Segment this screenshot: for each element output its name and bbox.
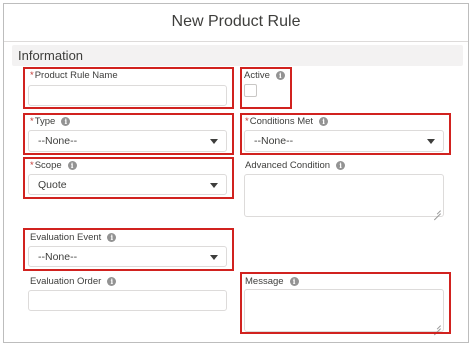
message-label: Message	[245, 276, 284, 287]
section-title: Information	[18, 48, 84, 63]
information-section-header: Information	[12, 45, 463, 66]
required-marker: *	[245, 116, 249, 127]
info-icon[interactable]: i	[67, 161, 77, 170]
message-textarea[interactable]	[244, 289, 444, 332]
info-icon[interactable]: i	[107, 277, 117, 286]
scope-select[interactable]: Quote	[28, 174, 227, 195]
info-icon[interactable]: i	[107, 233, 117, 242]
product-rule-name-label: Product Rule Name	[34, 70, 118, 81]
evaluation-order-field: Evaluation Order i	[28, 276, 230, 312]
conditions-met-select[interactable]: --None--	[244, 130, 444, 152]
scope-field: * Scope i Quote	[28, 160, 230, 198]
advanced-condition-label: Advanced Condition	[245, 160, 331, 171]
evaluation-event-select[interactable]: --None--	[28, 246, 227, 267]
product-rule-name-input[interactable]	[28, 85, 227, 106]
evaluation-event-label: Evaluation Event	[30, 232, 102, 243]
info-icon[interactable]: i	[275, 71, 285, 80]
chevron-down-icon	[427, 139, 435, 144]
advanced-condition-field: Advanced Condition i	[244, 160, 445, 218]
conditions-met-select-value: --None--	[254, 135, 294, 147]
active-label: Active	[244, 70, 270, 81]
type-select[interactable]: --None--	[28, 130, 227, 152]
modal-header: New Product Rule	[4, 4, 468, 42]
required-marker: *	[30, 116, 34, 127]
scope-label: Scope	[34, 160, 62, 171]
resize-grip-icon[interactable]	[434, 322, 441, 329]
info-icon[interactable]: i	[61, 117, 71, 126]
info-icon[interactable]: i	[289, 277, 299, 286]
resize-grip-icon[interactable]	[434, 207, 441, 214]
chevron-down-icon	[210, 254, 218, 260]
conditions-met-field: * Conditions Met i --None--	[244, 116, 445, 156]
info-icon[interactable]: i	[319, 117, 329, 126]
required-marker: *	[30, 160, 34, 171]
evaluation-order-input[interactable]	[28, 290, 227, 311]
required-marker: *	[30, 70, 34, 81]
chevron-down-icon	[210, 139, 218, 144]
evaluation-event-field: Evaluation Event i --None--	[28, 232, 230, 270]
active-field: Active i	[244, 70, 290, 106]
type-field: * Type i --None--	[28, 116, 230, 156]
scope-select-value: Quote	[38, 178, 67, 191]
product-rule-name-field: * Product Rule Name	[28, 70, 228, 110]
conditions-met-label: Conditions Met	[249, 116, 314, 127]
active-checkbox[interactable]	[244, 84, 257, 97]
chevron-down-icon	[210, 182, 218, 188]
type-label: Type	[34, 116, 56, 127]
advanced-condition-textarea[interactable]	[244, 174, 444, 217]
modal-title: New Product Rule	[171, 13, 301, 30]
evaluation-order-label: Evaluation Order	[30, 276, 102, 287]
type-select-value: --None--	[38, 135, 78, 147]
message-field: Message i	[244, 276, 445, 332]
info-icon[interactable]: i	[336, 161, 346, 170]
evaluation-event-select-value: --None--	[38, 250, 78, 263]
